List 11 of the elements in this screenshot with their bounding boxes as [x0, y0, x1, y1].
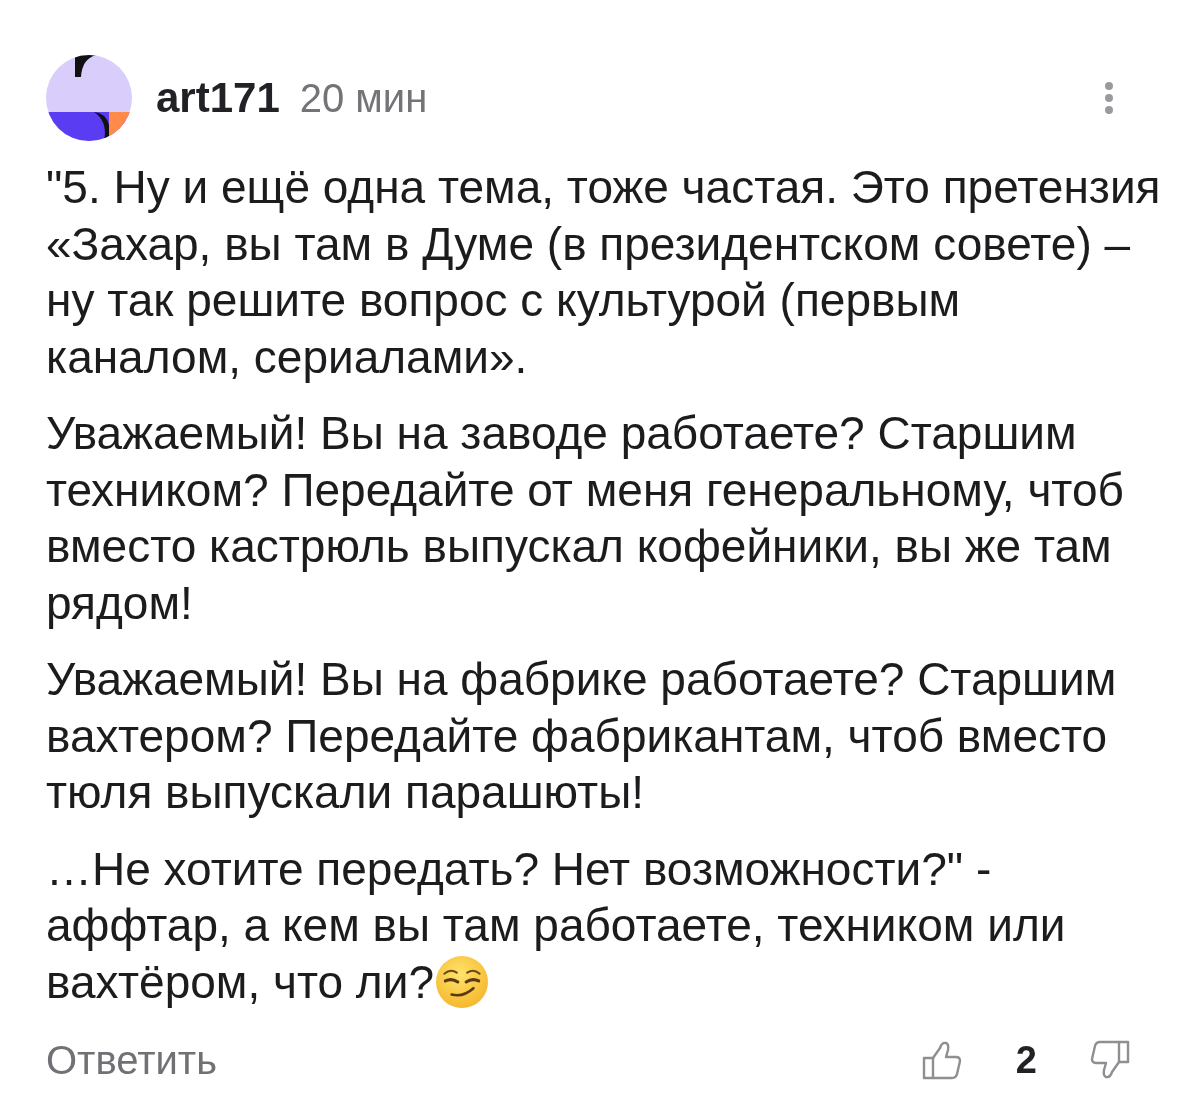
author-name[interactable]: art171	[156, 74, 280, 122]
smirking-face-icon	[436, 955, 488, 1008]
reply-button[interactable]: Ответить	[46, 1037, 217, 1083]
comment-paragraph: Уважаемый! Вы на заводе работаете? Старшим техником? Передайте от меня генеральному, чтоб вместо кастрюль выпускал кофейники, вы же там рядом!	[46, 407, 1124, 629]
thumbs-down-icon[interactable]	[1090, 1040, 1130, 1080]
comment-paragraph: Уважаемый! Вы на фабрике работаете? Старшим вахтером? Передайте фабрикантам, чтоб вместо тюля выпускали парашюты!	[46, 653, 1117, 818]
comment-time: 20 мин	[299, 75, 428, 121]
comment-paragraph: "5. Ну и ещё одна тема, тоже частая. Это претензия «Захар, вы там в Думе (в президентском совете) – ну так решите вопрос с культурой (первым каналом, сериалами».	[46, 161, 1161, 383]
like-count: 2	[1015, 1038, 1037, 1082]
thumbs-up-icon[interactable]	[921, 1040, 962, 1080]
more-options-icon[interactable]	[1104, 81, 1114, 115]
